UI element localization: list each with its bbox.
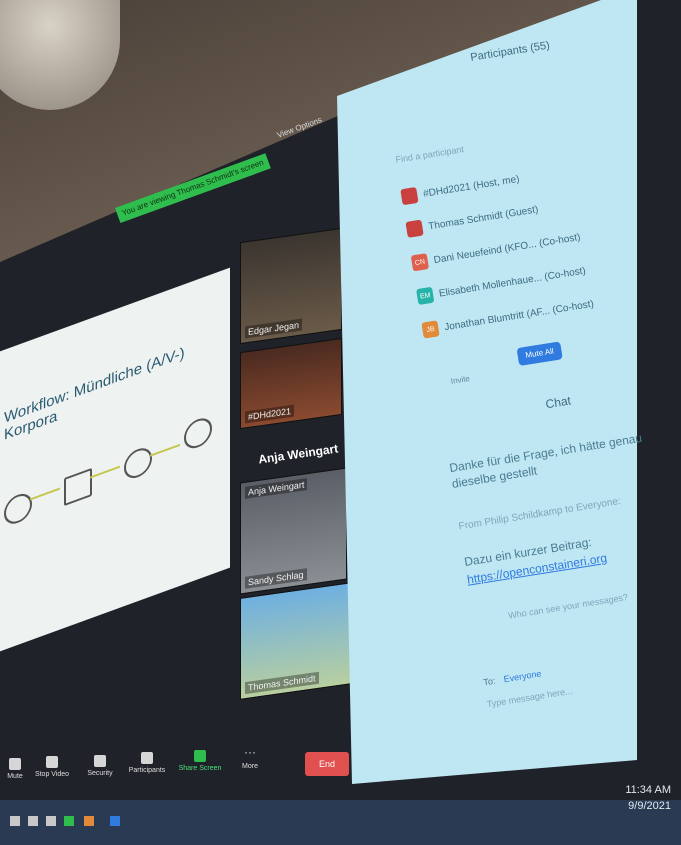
video-tile[interactable]: Edgar Jegan xyxy=(240,227,342,345)
participant-name: Dani Neuefeind (KFO... (Co-host) xyxy=(432,231,582,266)
arrow-icon xyxy=(150,443,180,457)
clock-date: 9/9/2021 xyxy=(628,800,671,812)
participant-name: Elisabeth Mollenhaue... (Co-host) xyxy=(438,265,587,300)
taskbar-app-icon[interactable] xyxy=(84,816,94,826)
screen-share-banner: You are viewing Thomas Schmidt's screen xyxy=(115,153,271,224)
participant-row[interactable]: EM Elisabeth Mollenhaue... (Co-host) xyxy=(416,263,587,306)
share-screen-button[interactable]: Share Screen xyxy=(175,750,225,772)
participant-name: Thomas Schmidt (Guest) xyxy=(427,203,540,232)
video-tile-name: Anja Weingart xyxy=(245,478,308,499)
people-icon xyxy=(141,752,153,764)
video-tile[interactable]: Thomas Schmidt xyxy=(240,582,352,700)
video-tile-name: Sandy Schlag xyxy=(245,568,307,589)
participant-name: #DHd2021 (Host, me) xyxy=(422,173,521,200)
database-icon xyxy=(184,414,212,453)
participant-row[interactable]: #DHd2021 (Host, me) xyxy=(400,171,521,206)
windows-taskbar xyxy=(0,800,681,845)
video-tile[interactable]: #DHd2021 xyxy=(240,337,342,430)
who-can-see-link[interactable]: Who can see your messages? xyxy=(507,577,681,624)
participants-button[interactable]: Participants xyxy=(125,752,169,774)
taskbar-app-icon[interactable] xyxy=(64,816,74,826)
participant-search-input[interactable]: Find a participant xyxy=(395,144,465,165)
arrow-icon xyxy=(30,487,60,501)
avatar: JB xyxy=(421,320,440,339)
avatar: EM xyxy=(416,286,435,306)
avatar xyxy=(400,186,419,206)
video-tile-name: Edgar Jegan xyxy=(245,318,303,339)
taskbar-clock: 11:34 AM 9/9/2021 xyxy=(625,782,671,814)
document-icon xyxy=(64,467,92,507)
video-tile-name: #DHd2021 xyxy=(245,404,295,424)
more-button[interactable]: ··· More xyxy=(235,745,265,770)
chat-message-input[interactable]: Type message here... xyxy=(486,686,573,709)
video-tile-name: Thomas Schmidt xyxy=(245,671,319,695)
avatar xyxy=(405,219,424,238)
video-icon xyxy=(46,756,58,768)
active-speaker-name: Anja Weingart xyxy=(257,441,340,467)
invite-button[interactable]: Invite xyxy=(450,374,470,386)
stop-video-button[interactable]: Stop Video xyxy=(30,756,74,778)
zoom-window: Workflow: Mündliche (A/V-) Korpora You a… xyxy=(0,0,681,845)
security-button[interactable]: Security xyxy=(80,755,120,777)
mute-all-button[interactable]: Mute All xyxy=(516,341,563,367)
arrow-icon xyxy=(90,465,120,479)
taskbar-app-icon[interactable] xyxy=(10,816,20,826)
chat-header: Chat xyxy=(544,393,572,412)
chat-message: Danke für die Frage, ich hätte genau die… xyxy=(448,430,643,491)
participant-name: Jonathan Blumtritt (AF... (Co-host) xyxy=(443,298,595,333)
video-tile[interactable]: Anja Weingart Sandy Schlag xyxy=(240,467,347,595)
person-icon xyxy=(4,489,32,528)
participant-row[interactable]: JB Jonathan Blumtritt (AF... (Co-host) xyxy=(421,296,595,339)
avatar: CN xyxy=(410,253,430,272)
to-label: To: xyxy=(482,675,497,688)
end-meeting-button[interactable]: End xyxy=(305,752,349,776)
microphone-icon xyxy=(9,758,21,770)
taskbar-app-icon[interactable] xyxy=(110,816,120,826)
participants-header: Participants (55) xyxy=(469,39,551,64)
shield-icon xyxy=(94,755,106,767)
chat-recipient-row: To: Everyone xyxy=(483,668,542,687)
clock-time: 11:34 AM xyxy=(625,784,671,796)
recipient-dropdown[interactable]: Everyone xyxy=(503,668,542,684)
more-icon: ··· xyxy=(244,745,256,759)
plus-circle-icon xyxy=(124,444,152,483)
taskbar-app-icon[interactable] xyxy=(28,816,38,826)
share-icon xyxy=(194,750,206,762)
view-options-button[interactable]: View Options xyxy=(276,115,323,140)
shared-slide: Workflow: Mündliche (A/V-) Korpora xyxy=(0,267,230,655)
mute-button[interactable]: Mute xyxy=(0,758,30,780)
taskbar-app-icon[interactable] xyxy=(46,816,56,826)
participant-row[interactable]: Thomas Schmidt (Guest) xyxy=(405,201,539,238)
participant-row[interactable]: CN Dani Neuefeind (KFO... (Co-host) xyxy=(410,229,582,272)
